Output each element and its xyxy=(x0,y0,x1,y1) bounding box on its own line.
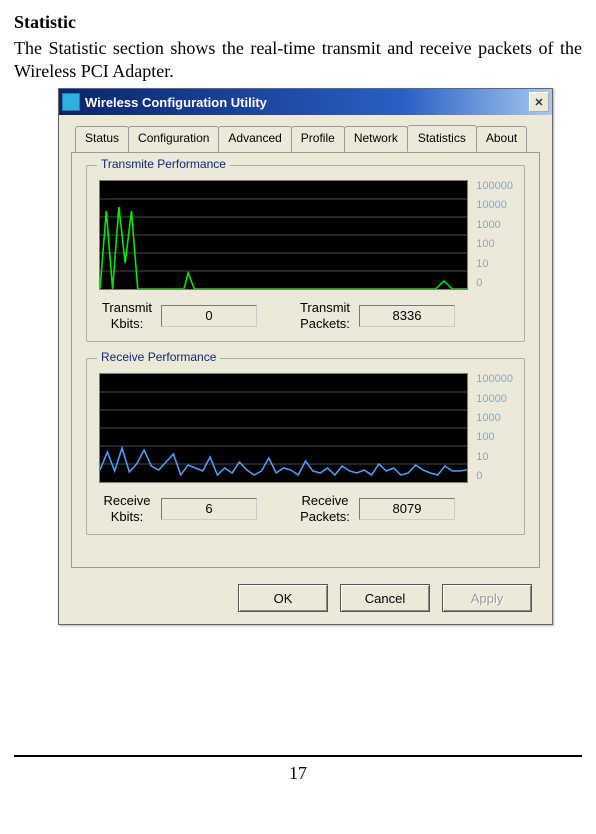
y-label: 1000 xyxy=(476,220,513,231)
tab-statistics[interactable]: Statistics xyxy=(407,125,477,152)
y-label: 100 xyxy=(476,239,513,250)
y-label: 100 xyxy=(476,432,513,443)
receive-kbits-value: 6 xyxy=(161,498,257,520)
transmit-group: Transmite Performance 10 xyxy=(86,165,525,342)
page-footer: 17 xyxy=(0,755,596,794)
ok-button[interactable]: OK xyxy=(238,584,328,612)
y-label: 100000 xyxy=(476,181,513,192)
page-number: 17 xyxy=(0,763,596,794)
transmit-y-labels: 100000 10000 1000 100 10 0 xyxy=(476,181,513,289)
receive-kbits-label: Receive Kbits: xyxy=(99,493,155,524)
transmit-chart: 100000 10000 1000 100 10 0 xyxy=(99,180,468,290)
transmit-kbits-label: Transmit Kbits: xyxy=(99,300,155,331)
page-heading: Statistic xyxy=(14,12,582,33)
config-dialog: Wireless Configuration Utility ✕ Status … xyxy=(58,88,553,625)
transmit-group-title: Transmite Performance xyxy=(97,157,230,171)
close-icon[interactable]: ✕ xyxy=(529,92,549,112)
tab-network[interactable]: Network xyxy=(344,126,408,153)
y-label: 0 xyxy=(476,471,513,482)
button-row: OK Cancel Apply xyxy=(71,584,540,612)
tab-status[interactable]: Status xyxy=(75,126,129,153)
transmit-stats-row: Transmit Kbits: 0 Transmit Packets: 8336 xyxy=(99,300,512,331)
receive-stats-row: Receive Kbits: 6 Receive Packets: 8079 xyxy=(99,493,512,524)
receive-group: Receive Performance 1000 xyxy=(86,358,525,535)
y-label: 10000 xyxy=(476,200,513,211)
app-icon xyxy=(62,93,80,111)
cancel-button[interactable]: Cancel xyxy=(340,584,430,612)
receive-y-labels: 100000 10000 1000 100 10 0 xyxy=(476,374,513,482)
tabs-row: Status Configuration Advanced Profile Ne… xyxy=(75,125,540,152)
transmit-kbits-value: 0 xyxy=(161,305,257,327)
tab-configuration[interactable]: Configuration xyxy=(128,126,219,153)
y-label: 1000 xyxy=(476,413,513,424)
tab-about[interactable]: About xyxy=(476,126,527,153)
body-text: The Statistic section shows the real-tim… xyxy=(14,37,582,82)
window-title: Wireless Configuration Utility xyxy=(85,95,529,110)
tab-panel: Transmite Performance 10 xyxy=(71,152,540,568)
footer-divider xyxy=(14,755,582,757)
tab-advanced[interactable]: Advanced xyxy=(218,126,291,153)
receive-packets-value: 8079 xyxy=(359,498,455,520)
transmit-packets-label: Transmit Packets: xyxy=(297,300,353,331)
receive-packets-label: Receive Packets: xyxy=(297,493,353,524)
titlebar[interactable]: Wireless Configuration Utility ✕ xyxy=(59,89,552,115)
tab-profile[interactable]: Profile xyxy=(291,126,345,153)
apply-button[interactable]: Apply xyxy=(442,584,532,612)
receive-chart: 100000 10000 1000 100 10 0 xyxy=(99,373,468,483)
y-label: 100000 xyxy=(476,374,513,385)
receive-group-title: Receive Performance xyxy=(97,350,220,364)
y-label: 10000 xyxy=(476,394,513,405)
y-label: 10 xyxy=(476,259,513,270)
y-label: 0 xyxy=(476,278,513,289)
transmit-packets-value: 8336 xyxy=(359,305,455,327)
dialog-body: Status Configuration Advanced Profile Ne… xyxy=(59,115,552,624)
y-label: 10 xyxy=(476,452,513,463)
